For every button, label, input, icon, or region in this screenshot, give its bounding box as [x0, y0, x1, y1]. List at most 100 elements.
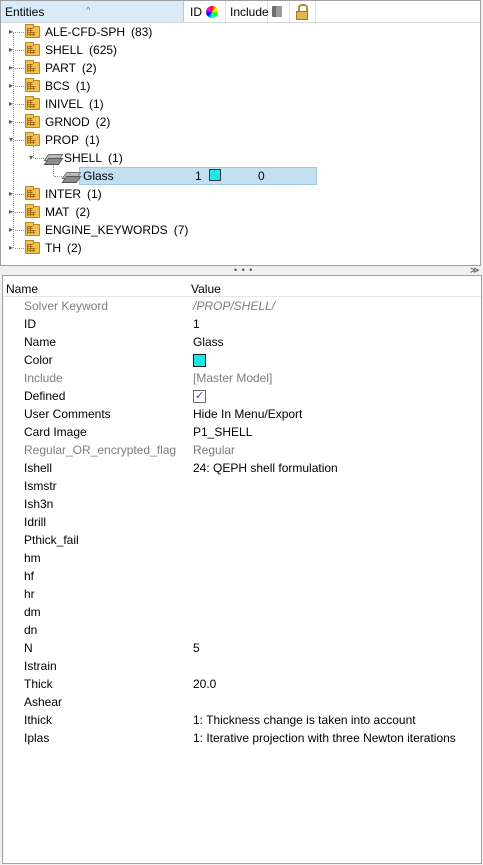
property-name: Solver Keyword [24, 299, 109, 313]
tree-node-grnod[interactable]: ▸ FF FFF GRNOD (2) [1, 113, 481, 131]
n-field[interactable]: 5 [193, 639, 200, 657]
tree-node-ale-cfd-sph[interactable]: ▸ FF FFF ALE-CFD-SPH (83) [1, 23, 481, 41]
property-row-ishell[interactable]: Ishell 24: QEPH shell formulation [3, 459, 481, 477]
id-value-field[interactable]: 1 [193, 315, 200, 333]
property-row-thick[interactable]: Thick 20.0 [3, 675, 481, 693]
ishell-dropdown[interactable]: 24: QEPH shell formulation [193, 459, 338, 477]
tree-header: Entities ^ ID Include [1, 1, 480, 23]
name-value-field[interactable]: Glass [193, 333, 224, 351]
entity-tree-panel: Entities ^ ID Include ▸ FF FFF ALE-CFD-SP… [0, 0, 481, 266]
entity-include-cell: 0 [258, 169, 265, 183]
splitter-grip[interactable]: • • • [234, 266, 253, 275]
tree-node-part[interactable]: ▸ FF FFF PART (2) [1, 59, 481, 77]
property-value: /PROP/SHELL/ [193, 299, 276, 313]
folder-icon: FF FFF [25, 222, 40, 236]
property-name: User Comments [24, 407, 111, 421]
property-row-user-comments[interactable]: User Comments Hide In Menu/Export [3, 405, 481, 423]
user-comments-dropdown[interactable]: Hide In Menu/Export [193, 405, 302, 423]
name-column-header[interactable]: Name [6, 282, 38, 296]
column-header-lock[interactable] [290, 1, 316, 22]
node-count: (2) [95, 115, 111, 129]
property-name: Idrill [24, 515, 47, 529]
ithick-dropdown[interactable]: 1: Thickness change is taken into accoun… [193, 711, 416, 729]
value-column-header[interactable]: Value [191, 282, 221, 296]
node-label: GRNOD [45, 115, 90, 129]
node-label: INTER [45, 187, 81, 201]
property-row-name[interactable]: Name Glass [3, 333, 481, 351]
entities-header-label: Entities [5, 5, 45, 19]
entity-id-cell: 1 [195, 169, 202, 183]
tree-node-shell[interactable]: ▸ FF FFF SHELL (625) [1, 41, 481, 59]
iplas-dropdown[interactable]: 1: Iterative projection with three Newto… [193, 729, 456, 747]
column-header-include[interactable]: Include [226, 1, 269, 22]
property-row-color[interactable]: Color [3, 351, 481, 369]
property-row-ish3n[interactable]: Ish3n [3, 495, 481, 513]
include-header-label: Include [230, 5, 269, 19]
column-header-cube[interactable] [268, 1, 290, 22]
property-row-ashear[interactable]: Ashear [3, 693, 481, 711]
folder-icon: FF FFF [25, 204, 40, 218]
properties-header: Name Value [3, 276, 481, 297]
property-name: Name [24, 335, 57, 349]
property-row-defined[interactable]: Defined ✓ [3, 387, 481, 405]
tree-node-engine-keywords[interactable]: ▸ FF FFF ENGINE_KEYWORDS (7) [1, 221, 481, 239]
property-row-card-image[interactable]: Card Image P1_SHELL [3, 423, 481, 441]
property-row-hf[interactable]: hf [3, 567, 481, 585]
property-value: Regular [193, 443, 236, 457]
folder-icon: FF FFF [25, 240, 40, 254]
tree-node-inter[interactable]: ▸ FF FFF INTER (1) [1, 185, 481, 203]
property-row-hr[interactable]: hr [3, 585, 481, 603]
tree-node-th[interactable]: ▸ FF FFF TH (2) [1, 239, 481, 257]
tree-node-bcs[interactable]: ▸ FF FFF BCS (1) [1, 77, 481, 95]
tree-node-prop-shell[interactable]: ▾ SHELL (1) [1, 149, 481, 167]
tree-node-prop[interactable]: ▾ FF FFF PROP (1) [1, 131, 481, 149]
property-name: Include [24, 371, 63, 385]
property-row-dm[interactable]: dm [3, 603, 481, 621]
column-header-entities[interactable]: Entities ^ [1, 1, 184, 22]
property-row-hm[interactable]: hm [3, 549, 481, 567]
property-row-id[interactable]: ID 1 [3, 315, 481, 333]
property-name: Ish3n [24, 497, 54, 511]
property-row-encrypted-flag: Regular_OR_encrypted_flag Regular [3, 441, 481, 459]
tree-node-glass[interactable]: Glass 1 0 [1, 167, 481, 185]
node-count: (1) [89, 97, 104, 111]
node-count: (2) [75, 205, 91, 219]
node-label: ALE-CFD-SPH [45, 25, 126, 39]
property-row-dn[interactable]: dn [3, 621, 481, 639]
thick-field[interactable]: 20.0 [193, 675, 216, 693]
property-name: Istrain [24, 659, 57, 673]
color-wheel-icon[interactable] [206, 6, 218, 18]
property-name: Pthick_fail [24, 533, 79, 547]
collapse-panel-icon[interactable]: ≫ [470, 265, 479, 275]
property-row-pthick-fail[interactable]: Pthick_fail [3, 531, 481, 549]
property-row-n[interactable]: N 5 [3, 639, 481, 657]
defined-checkbox[interactable]: ✓ [193, 390, 206, 403]
card-image-dropdown[interactable]: P1_SHELL [193, 423, 252, 441]
lock-icon [296, 4, 308, 20]
node-label: BCS [45, 79, 70, 93]
node-label: MAT [45, 205, 70, 219]
property-row-ithick[interactable]: Ithick 1: Thickness change is taken into… [3, 711, 481, 729]
node-label: INIVEL [45, 97, 84, 111]
folder-icon: FF FFF [25, 96, 40, 110]
property-row-iplas[interactable]: Iplas 1: Iterative projection with three… [3, 729, 481, 747]
property-name: Card Image [24, 425, 87, 439]
property-type-icon [43, 151, 64, 165]
sort-ascending-icon: ^ [86, 5, 91, 15]
property-row-istrain[interactable]: Istrain [3, 657, 481, 675]
entity-properties-panel: Name Value Solver Keyword /PROP/SHELL/ I… [2, 275, 482, 864]
property-row-idrill[interactable]: Idrill [3, 513, 481, 531]
tree-node-inivel[interactable]: ▸ FF FFF INIVEL (1) [1, 95, 481, 113]
tree-node-mat[interactable]: ▸ FF FFF MAT (2) [1, 203, 481, 221]
property-row-ismstr[interactable]: Ismstr [3, 477, 481, 495]
color-swatch-button[interactable] [193, 354, 206, 367]
folder-icon: FF FFF [25, 186, 40, 200]
node-count: (7) [173, 223, 189, 237]
property-name: hf [24, 569, 35, 583]
property-name: Color [24, 353, 53, 367]
cube-icon [272, 6, 282, 17]
node-label: PART [45, 61, 76, 75]
entity-color-swatch[interactable] [209, 169, 221, 181]
node-label: Glass [83, 169, 114, 183]
column-header-id[interactable]: ID [184, 1, 226, 22]
